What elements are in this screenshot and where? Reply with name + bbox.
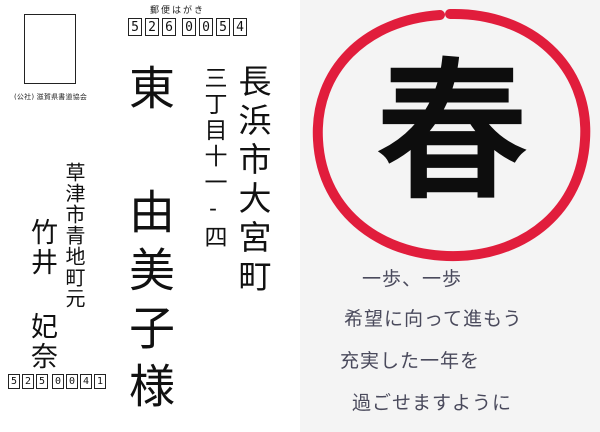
recipient-address-block: 三丁目十一-四 [200, 66, 226, 251]
stamp-caption: (公社) 滋賀県書道協会 [14, 93, 88, 101]
message-line: 充実した一年を [340, 350, 481, 372]
postcard-header: 郵便はがき [150, 6, 206, 16]
postal-digit: 0 [52, 374, 64, 389]
message-line: 一歩、一歩 [362, 268, 463, 290]
postal-digit: 1 [94, 374, 106, 389]
postal-digit: 4 [233, 18, 247, 36]
recipient-address-city: 長浜市大宮町 [233, 64, 272, 298]
recipient-name: 東 由美子様 [122, 64, 176, 420]
postal-digit: 6 [162, 18, 176, 36]
recipient-postal-code: 5 2 6 0 0 5 4 [128, 18, 250, 36]
postal-digit: 2 [22, 374, 34, 389]
postal-digit: 0 [182, 18, 196, 36]
postal-digit: 5 [8, 374, 20, 389]
sender-address: 草津市青地町元 [62, 162, 86, 309]
sender-name: 竹井 妃奈 [26, 218, 57, 372]
postal-digit: 5 [36, 374, 48, 389]
calligraphy-card: 春 一歩、一歩 希望に向って進もう 充実した一年を 過ごせますように [300, 0, 600, 432]
stamp-box [24, 14, 76, 84]
postal-digit: 4 [80, 374, 92, 389]
sender-postal-code: 5 2 5 0 0 4 1 [8, 374, 108, 389]
postal-digit: 5 [128, 18, 142, 36]
brush-kanji: 春 [376, 46, 527, 220]
postal-digit: 5 [216, 18, 230, 36]
message-line: 希望に向って進もう [344, 308, 523, 330]
page: (公社) 滋賀県書道協会 郵便はがき 5 2 6 0 0 5 4 長浜市大宮町 … [0, 0, 600, 432]
message-line: 過ごせますように [352, 392, 513, 414]
postal-digit: 0 [66, 374, 78, 389]
postcard-address-side: (公社) 滋賀県書道協会 郵便はがき 5 2 6 0 0 5 4 長浜市大宮町 … [0, 0, 300, 432]
postal-digit: 0 [199, 18, 213, 36]
postal-digit: 2 [145, 18, 159, 36]
